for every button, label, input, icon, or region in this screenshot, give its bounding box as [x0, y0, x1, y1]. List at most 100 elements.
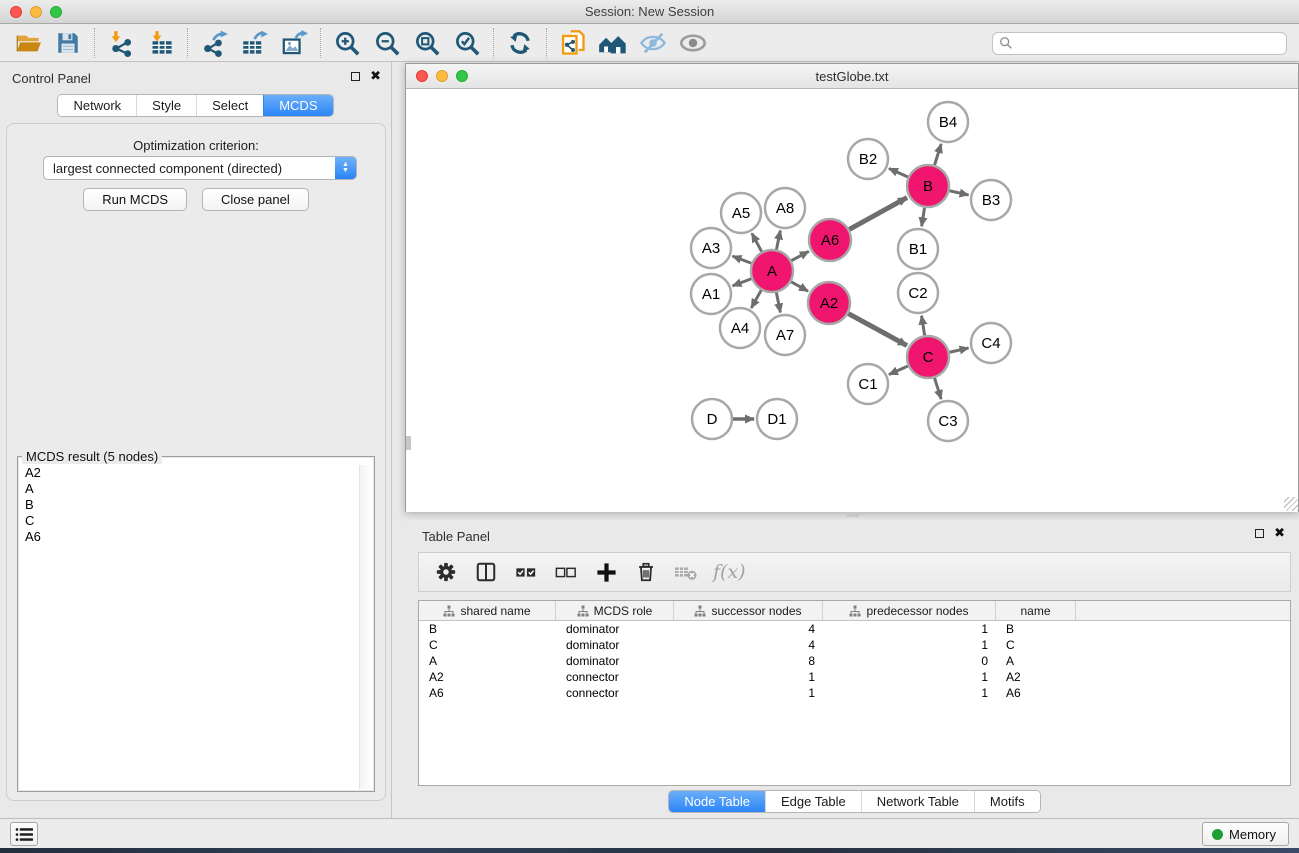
result-scrollbar[interactable] [359, 465, 372, 789]
cell-name[interactable]: A2 [996, 669, 1076, 685]
graph-edge-C-C1[interactable] [889, 366, 908, 375]
cell-predecessor-nodes[interactable]: 0 [823, 653, 996, 669]
column-header-predecessor-nodes[interactable]: predecessor nodes [823, 601, 996, 620]
graph-edge-C-C4[interactable] [949, 348, 968, 352]
tab-motifs[interactable]: Motifs [974, 791, 1040, 812]
graph-edge-A-A1[interactable] [733, 279, 752, 286]
save-session-button[interactable] [48, 27, 88, 59]
graph-node-C4[interactable]: C4 [971, 323, 1011, 363]
graph-edge-A2-C[interactable] [848, 314, 907, 346]
add-column-button[interactable] [593, 559, 619, 585]
result-item-c[interactable]: C [20, 513, 358, 529]
column-header-successor-nodes[interactable]: successor nodes [674, 601, 823, 620]
graph-edge-B-B4[interactable] [935, 144, 942, 165]
run-mcds-button[interactable]: Run MCDS [83, 188, 187, 211]
cell-predecessor-nodes[interactable]: 1 [823, 621, 996, 637]
graph-edge-A-A7[interactable] [776, 293, 780, 313]
close-panel-button[interactable]: Close panel [202, 188, 309, 211]
graph-node-B[interactable]: B [907, 165, 949, 207]
delete-column-button[interactable] [633, 559, 659, 585]
hide-selected-button[interactable] [633, 27, 673, 59]
tab-select[interactable]: Select [196, 95, 263, 116]
tab-edge-table[interactable]: Edge Table [765, 791, 861, 812]
graph-node-A8[interactable]: A8 [765, 188, 805, 228]
home-button[interactable] [593, 27, 633, 59]
cell-predecessor-nodes[interactable]: 1 [823, 637, 996, 653]
graph-edge-A-A5[interactable] [752, 233, 762, 251]
cell-shared-name[interactable]: A [419, 653, 556, 669]
graph-node-C2[interactable]: C2 [898, 273, 938, 313]
graph-edge-A-A6[interactable] [791, 251, 808, 260]
close-panel-icon[interactable]: ✖ [370, 71, 381, 81]
cell-shared-name[interactable]: A2 [419, 669, 556, 685]
select-all-button[interactable] [513, 559, 539, 585]
graph-node-C3[interactable]: C3 [928, 401, 968, 441]
horizontal-scroll-tick[interactable] [847, 512, 859, 517]
cell-successor-nodes[interactable]: 1 [674, 685, 823, 701]
graph-edge-C-C2[interactable] [922, 316, 925, 336]
graph-node-B1[interactable]: B1 [898, 229, 938, 269]
result-item-a[interactable]: A [20, 481, 358, 497]
cell-successor-nodes[interactable]: 4 [674, 637, 823, 653]
table-row-a2[interactable]: A2connector11A2 [419, 669, 1290, 685]
cell-successor-nodes[interactable]: 4 [674, 621, 823, 637]
cell-name[interactable]: C [996, 637, 1076, 653]
cell-name[interactable]: A6 [996, 685, 1076, 701]
network-from-selection-button[interactable] [553, 27, 593, 59]
result-item-b[interactable]: B [20, 497, 358, 513]
export-image-button[interactable] [274, 27, 314, 59]
graph-edge-B-B3[interactable] [949, 191, 968, 195]
unselect-all-button[interactable] [553, 559, 579, 585]
graph-node-A3[interactable]: A3 [691, 228, 731, 268]
zoom-selected-button[interactable] [447, 27, 487, 59]
cell-predecessor-nodes[interactable]: 1 [823, 669, 996, 685]
search-input[interactable] [992, 32, 1287, 55]
network-window-titlebar[interactable]: testGlobe.txt [406, 64, 1298, 89]
cell-shared-name[interactable]: A6 [419, 685, 556, 701]
cell-name[interactable]: B [996, 621, 1076, 637]
graph-node-A1[interactable]: A1 [691, 274, 731, 314]
graph-edge-A-A3[interactable] [733, 256, 752, 263]
cell-MCDS-role[interactable]: connector [556, 669, 674, 685]
zoom-window-icon[interactable] [50, 6, 62, 18]
graph-node-C[interactable]: C [907, 336, 949, 378]
show-all-button[interactable] [673, 27, 713, 59]
float-table-panel-icon[interactable] [1255, 529, 1264, 538]
graph-node-A6[interactable]: A6 [809, 219, 851, 261]
column-header-name[interactable]: name [996, 601, 1076, 620]
graph-edge-B-B1[interactable] [922, 208, 925, 227]
tab-node-table[interactable]: Node Table [669, 791, 765, 812]
network-canvas[interactable]: B4B2BB3A5A8A6B1A3AA1C2A2A4A7CC4C1C3DD1 [406, 90, 1298, 512]
result-item-a2[interactable]: A2 [20, 465, 358, 481]
tab-mcds[interactable]: MCDS [263, 95, 332, 116]
graph-node-C1[interactable]: C1 [848, 364, 888, 404]
delete-table-button[interactable] [673, 559, 699, 585]
memory-button[interactable]: Memory [1202, 822, 1289, 846]
close-network-window-icon[interactable] [416, 70, 428, 82]
graph-node-B2[interactable]: B2 [848, 139, 888, 179]
task-history-button[interactable] [10, 822, 38, 846]
cell-shared-name[interactable]: B [419, 621, 556, 637]
close-table-panel-icon[interactable]: ✖ [1274, 528, 1285, 538]
refresh-button[interactable] [500, 27, 540, 59]
column-header-shared-name[interactable]: shared name [419, 601, 556, 620]
cell-MCDS-role[interactable]: dominator [556, 653, 674, 669]
graph-node-A5[interactable]: A5 [721, 193, 761, 233]
zoom-fit-button[interactable] [407, 27, 447, 59]
graph-node-A[interactable]: A [751, 250, 793, 292]
graph-node-D[interactable]: D [692, 399, 732, 439]
graph-edge-C-C3[interactable] [935, 378, 942, 399]
graph-edge-B-B2[interactable] [889, 168, 908, 177]
graph-edge-A-A8[interactable] [776, 231, 780, 250]
result-item-a6[interactable]: A6 [20, 529, 358, 545]
cell-MCDS-role[interactable]: dominator [556, 621, 674, 637]
minimize-window-icon[interactable] [30, 6, 42, 18]
graph-edge-A-A4[interactable] [751, 290, 761, 308]
graph-node-B4[interactable]: B4 [928, 102, 968, 142]
export-network-button[interactable] [194, 27, 234, 59]
table-row-c[interactable]: Cdominator41C [419, 637, 1290, 653]
float-panel-icon[interactable] [351, 72, 360, 81]
graph-node-A4[interactable]: A4 [720, 308, 760, 348]
graph-node-B3[interactable]: B3 [971, 180, 1011, 220]
close-window-icon[interactable] [10, 6, 22, 18]
